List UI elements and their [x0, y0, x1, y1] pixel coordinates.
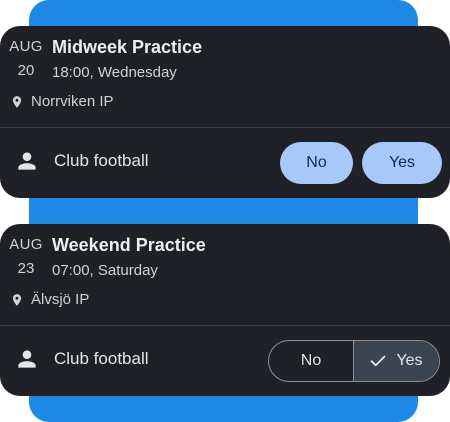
- event-date: AUG 23: [8, 236, 44, 278]
- card-divider: [0, 325, 450, 326]
- rsvp-no-label: No: [300, 352, 322, 369]
- event-month: AUG: [9, 236, 43, 253]
- rsvp-no-button[interactable]: No: [280, 142, 353, 184]
- event-team-label: Club football: [54, 349, 149, 368]
- event-team: Club football: [14, 346, 149, 372]
- event-time: 18:00, Wednesday: [52, 64, 177, 81]
- event-title: Weekend Practice: [52, 235, 206, 255]
- card-divider: [0, 127, 450, 128]
- event-list-screen: AUG 20 Midweek Practice 18:00, Wednesday…: [0, 0, 450, 422]
- location-pin-icon: [12, 293, 22, 306]
- event-month: AUG: [9, 38, 43, 55]
- person-icon: [18, 350, 36, 368]
- rsvp-yes-label: Yes: [396, 352, 423, 369]
- event-card[interactable]: AUG 20 Midweek Practice 18:00, Wednesday…: [0, 26, 450, 198]
- rsvp-yes-label: Yes: [388, 154, 416, 171]
- event-day: 20: [17, 62, 35, 79]
- rsvp-segmented-control: No Yes: [268, 340, 440, 382]
- location-pin-icon: [12, 95, 22, 108]
- event-date: AUG 20: [8, 38, 44, 80]
- event-team-label: Club football: [54, 151, 149, 170]
- event-title: Midweek Practice: [52, 37, 203, 57]
- event-location: Älvsjö IP: [10, 291, 89, 308]
- event-location-label: Älvsjö IP: [31, 291, 90, 308]
- event-day: 23: [17, 260, 35, 277]
- rsvp-no-segment[interactable]: No: [269, 341, 354, 381]
- event-location: Norrviken IP: [10, 93, 114, 110]
- rsvp-yes-segment[interactable]: Yes: [354, 341, 439, 381]
- event-location-label: Norrviken IP: [31, 93, 114, 110]
- rsvp-no-label: No: [306, 154, 327, 171]
- event-time: 07:00, Saturday: [52, 262, 158, 279]
- check-icon: [371, 355, 386, 367]
- rsvp-yes-button[interactable]: Yes: [362, 142, 442, 184]
- person-icon: [18, 152, 36, 170]
- event-team: Club football: [14, 148, 149, 174]
- event-card[interactable]: AUG 23 Weekend Practice 07:00, Saturday …: [0, 224, 450, 396]
